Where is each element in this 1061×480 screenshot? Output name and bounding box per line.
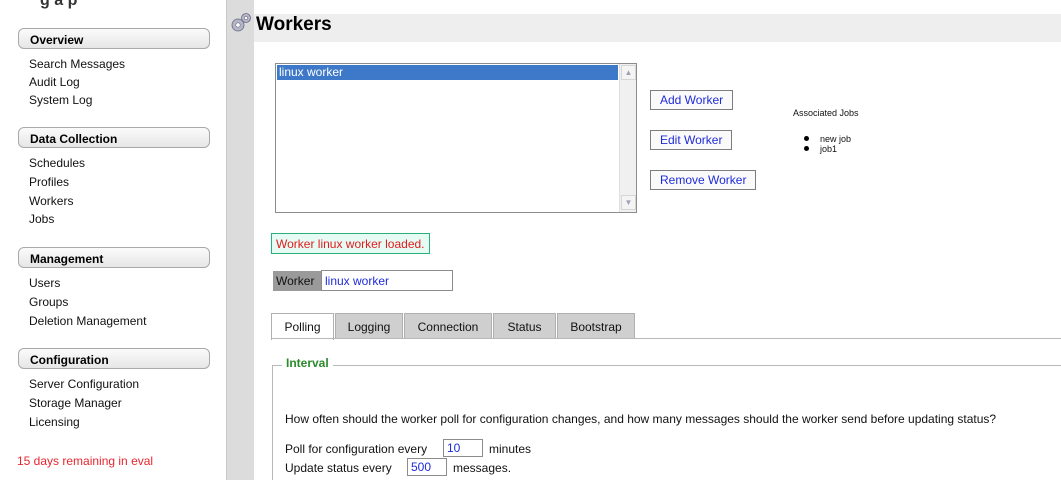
- sidebar-item-profiles[interactable]: Profiles: [29, 175, 69, 189]
- gears-icon: [229, 11, 253, 35]
- sidebar-item-server-configuration[interactable]: Server Configuration: [29, 377, 139, 391]
- edit-worker-button[interactable]: Edit Worker: [650, 130, 733, 150]
- tab-status[interactable]: Status: [493, 313, 556, 339]
- status-update-input[interactable]: [407, 458, 447, 476]
- workers-listbox[interactable]: linux worker ▲ ▼: [275, 63, 637, 213]
- listbox-scrollbar[interactable]: ▲ ▼: [619, 64, 636, 212]
- sidebar-section-management[interactable]: Management: [18, 247, 210, 268]
- sidebar-item-workers[interactable]: Workers: [29, 194, 73, 208]
- sidebar-section-overview[interactable]: Overview: [18, 28, 210, 49]
- sidebar-item-users[interactable]: Users: [29, 276, 60, 290]
- add-worker-button[interactable]: Add Worker: [650, 90, 734, 110]
- sidebar-item-search-messages[interactable]: Search Messages: [29, 57, 125, 71]
- sidebar-section-configuration[interactable]: Configuration: [18, 348, 210, 369]
- sidebar-item-storage-manager[interactable]: Storage Manager: [29, 396, 122, 410]
- remove-worker-button[interactable]: Remove Worker: [650, 170, 757, 190]
- tab-polling[interactable]: Polling: [271, 313, 334, 340]
- poll-interval-input[interactable]: [443, 439, 483, 457]
- associated-jobs-title: Associated Jobs: [793, 108, 859, 118]
- associated-jobs-list: new job job1: [804, 134, 851, 154]
- eval-remaining-note: 15 days remaining in eval: [17, 454, 154, 468]
- worker-name-input[interactable]: [321, 270, 453, 291]
- sidebar-item-deletion-management[interactable]: Deletion Management: [29, 314, 146, 328]
- status-update-label: Update status every: [285, 461, 392, 475]
- status-message: Worker linux worker loaded.: [271, 233, 430, 254]
- interval-legend: Interval: [282, 356, 333, 370]
- sidebar-item-jobs[interactable]: Jobs: [29, 212, 54, 226]
- tabs-underline: [271, 338, 1061, 339]
- sidebar-item-groups[interactable]: Groups: [29, 295, 68, 309]
- sidebar-section-data-collection[interactable]: Data Collection: [18, 127, 210, 148]
- worker-list-item[interactable]: linux worker: [277, 65, 618, 80]
- sidebar-item-schedules[interactable]: Schedules: [29, 156, 85, 170]
- poll-label: Poll for configuration every: [285, 442, 428, 456]
- poll-unit-label: minutes: [489, 442, 532, 456]
- status-update-unit-label: messages.: [453, 461, 512, 475]
- header-cropped-text: g a p: [40, 0, 78, 9]
- tab-connection[interactable]: Connection: [404, 313, 492, 339]
- sidebar-divider: [226, 0, 254, 480]
- app-header-cropped: g a p: [0, 0, 230, 12]
- sidebar-item-system-log[interactable]: System Log: [29, 93, 92, 107]
- page-title-bar: [254, 14, 1061, 42]
- tab-logging[interactable]: Logging: [335, 313, 403, 339]
- associated-job-item: new job: [804, 134, 851, 144]
- sidebar-item-audit-log[interactable]: Audit Log: [29, 75, 80, 89]
- worker-field-label: Worker: [273, 271, 321, 291]
- associated-job-item: job1: [804, 144, 851, 154]
- page-title: Workers: [256, 14, 332, 35]
- interval-question: How often should the worker poll for con…: [285, 412, 997, 426]
- scroll-up-icon[interactable]: ▲: [621, 65, 636, 80]
- scroll-down-icon[interactable]: ▼: [621, 195, 636, 210]
- tab-bootstrap[interactable]: Bootstrap: [557, 313, 635, 339]
- sidebar-item-licensing[interactable]: Licensing: [29, 415, 80, 429]
